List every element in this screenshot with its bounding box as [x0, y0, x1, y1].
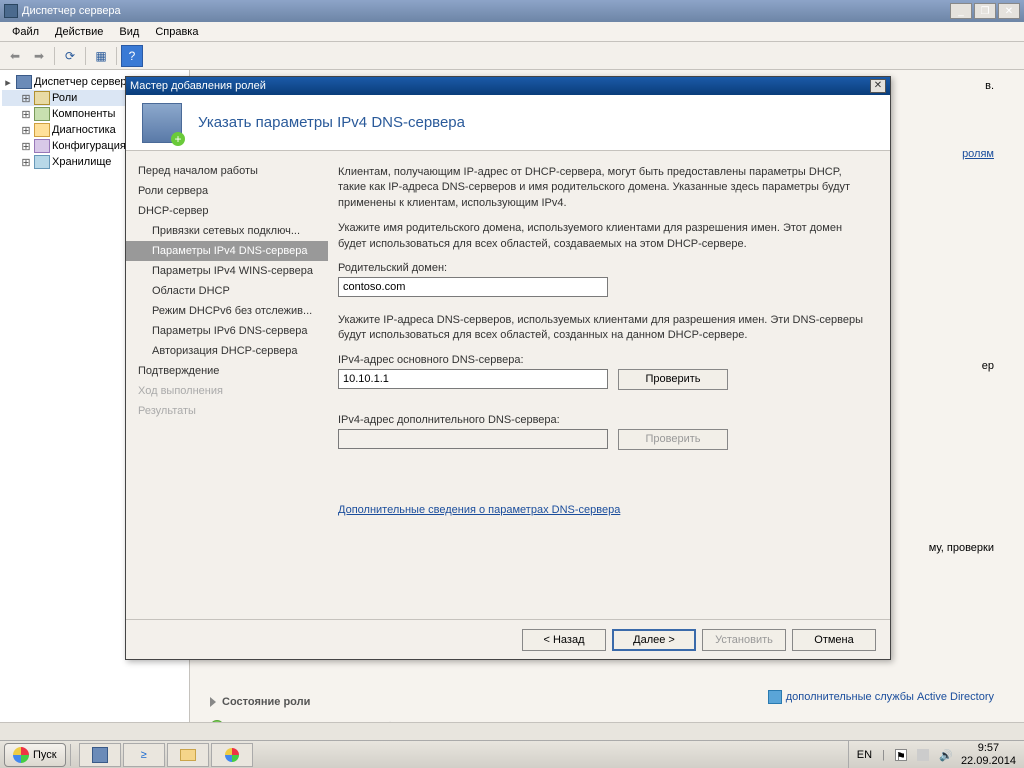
clock[interactable]: 9:57 22.09.2014 [961, 742, 1016, 766]
statusbar [0, 722, 1024, 740]
menubar: Файл Действие Вид Справка [0, 22, 1024, 42]
task-explorer[interactable] [167, 743, 209, 767]
system-tray: EN | ⚑ 🔊 9:57 22.09.2014 [848, 741, 1024, 768]
nav-ipv6-dns[interactable]: Параметры IPv6 DNS-сервера [126, 321, 328, 341]
menu-view[interactable]: Вид [111, 24, 147, 40]
install-button: Установить [702, 629, 786, 651]
cancel-button[interactable]: Отмена [792, 629, 876, 651]
nav-bindings[interactable]: Привязки сетевых подключ... [126, 221, 328, 241]
nav-before-begin[interactable]: Перед началом работы [126, 161, 328, 181]
start-button[interactable]: Пуск [4, 743, 66, 767]
back-button[interactable]: < Назад [522, 629, 606, 651]
nav-results: Результаты [126, 401, 328, 421]
more-info-link[interactable]: Дополнительные сведения о параметрах DNS… [338, 504, 620, 516]
nav-dhcp[interactable]: DHCP-сервер [126, 201, 328, 221]
close-button[interactable]: ✕ [998, 3, 1020, 19]
nav-progress: Ход выполнения [126, 381, 328, 401]
next-button[interactable]: Далее > [612, 629, 696, 651]
start-label: Пуск [33, 749, 57, 761]
wizard-header-icon [142, 103, 182, 143]
main-titlebar: Диспетчер сервера _ ❐ ✕ [0, 0, 1024, 22]
toolbar: ⬅ ➡ ⟳ ▦ ? [0, 42, 1024, 70]
wizard-header-text: Указать параметры IPv4 DNS-сервера [198, 114, 465, 131]
back-button[interactable]: ⬅ [4, 45, 26, 67]
ad-icon [768, 690, 782, 704]
menu-file[interactable]: Файл [4, 24, 47, 40]
check-stub: му, проверки [929, 542, 994, 554]
flag-icon[interactable]: ⚑ [895, 749, 907, 761]
task-server-manager[interactable] [79, 743, 121, 767]
maximize-button[interactable]: ❐ [974, 3, 996, 19]
nav-ipv4-wins[interactable]: Параметры IPv4 WINS-сервера [126, 261, 328, 281]
validate-primary-button[interactable]: Проверить [618, 369, 728, 390]
task-other[interactable] [211, 743, 253, 767]
help-icon[interactable]: ? [121, 45, 143, 67]
primary-dns-input[interactable] [338, 369, 608, 389]
wizard-header: Указать параметры IPv4 DNS-сервера [126, 95, 890, 151]
nav-server-roles[interactable]: Роли сервера [126, 181, 328, 201]
wizard-content: Клиентам, получающим IP-адрес от DHCP-се… [328, 151, 890, 619]
window-title: Диспетчер сервера [22, 5, 950, 17]
intro-para2: Укажите имя родительского домена, исполь… [338, 221, 866, 252]
wizard-button-bar: < Назад Далее > Установить Отмена [126, 619, 890, 659]
wizard-title: Мастер добавления ролей [130, 80, 870, 92]
secondary-dns-input[interactable] [338, 429, 608, 449]
refresh-icon[interactable]: ⟳ [59, 45, 81, 67]
properties-icon[interactable]: ▦ [90, 45, 112, 67]
primary-dns-label: IPv4-адрес основного DNS-сервера: [338, 354, 866, 366]
secondary-dns-label: IPv4-адрес дополнительного DNS-сервера: [338, 414, 866, 426]
forward-button[interactable]: ➡ [28, 45, 50, 67]
parent-domain-input[interactable] [338, 277, 608, 297]
taskbar: Пуск ≥ EN | ⚑ 🔊 9:57 22.09.2014 [0, 740, 1024, 768]
nav-dhcp-scopes[interactable]: Области DHCP [126, 281, 328, 301]
menu-action[interactable]: Действие [47, 24, 111, 40]
parent-domain-label: Родительский домен: [338, 262, 866, 274]
minimize-button[interactable]: _ [950, 3, 972, 19]
sound-icon[interactable]: 🔊 [939, 749, 951, 761]
wizard-close-button[interactable]: ✕ [870, 79, 886, 93]
intro-para3: Укажите IP-адреса DNS-серверов, использу… [338, 313, 866, 344]
nav-confirm[interactable]: Подтверждение [126, 361, 328, 381]
other-stub: ер [982, 360, 994, 372]
nav-ipv4-dns[interactable]: Параметры IPv4 DNS-сервера [126, 241, 328, 261]
app-icon [4, 4, 18, 18]
nav-dhcp-auth[interactable]: Авторизация DHCP-сервера [126, 341, 328, 361]
nav-dhcpv6[interactable]: Режим DHCPv6 без отслежив... [126, 301, 328, 321]
validate-secondary-button: Проверить [618, 429, 728, 450]
lang-indicator[interactable]: EN [857, 749, 872, 761]
task-powershell[interactable]: ≥ [123, 743, 165, 767]
network-icon[interactable] [917, 749, 929, 761]
menu-help[interactable]: Справка [147, 24, 206, 40]
roles-link[interactable]: ролям [962, 148, 994, 160]
windows-logo-icon [13, 747, 29, 763]
wizard-nav: Перед началом работы Роли сервера DHCP-с… [126, 151, 328, 619]
ad-services-link[interactable]: дополнительные службы Active Directory [768, 690, 994, 704]
roles-summary-stub: в. [985, 80, 994, 92]
intro-para1: Клиентам, получающим IP-адрес от DHCP-се… [338, 165, 866, 211]
add-roles-wizard: Мастер добавления ролей ✕ Указать параме… [125, 76, 891, 660]
wizard-titlebar[interactable]: Мастер добавления ролей ✕ [126, 77, 890, 95]
